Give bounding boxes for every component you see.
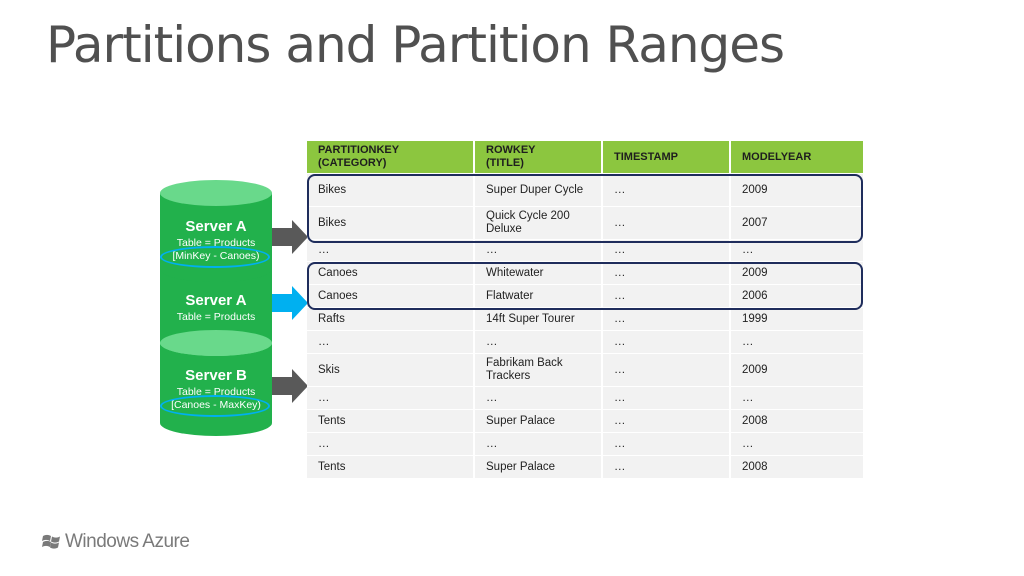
table-cell: … (731, 432, 863, 455)
table-cell: … (475, 330, 603, 353)
table-cell: Tents (307, 455, 475, 478)
table-row: ………… (307, 330, 863, 353)
table-cell: … (603, 353, 731, 386)
table-cell: … (475, 386, 603, 409)
server-a1-range-highlight (160, 246, 270, 268)
table-cell: Skis (307, 353, 475, 386)
table-cell: … (603, 432, 731, 455)
header-rowkey: ROWKEY (TITLE) (475, 141, 603, 173)
table-cell: Super Palace (475, 455, 603, 478)
table-cell: … (307, 330, 475, 353)
arrow-server-a2-icon (272, 286, 308, 320)
arrow-server-a1-icon (272, 220, 308, 254)
table-cell: 1999 (731, 307, 863, 330)
windows-azure-logo: Windows Azure (42, 531, 190, 553)
table-cell: 2009 (731, 353, 863, 386)
table-cell: 2008 (731, 409, 863, 432)
server-a1-name: Server A (185, 218, 247, 235)
server-b-name: Server B (185, 367, 247, 384)
arrow-server-b-icon (272, 369, 308, 403)
table-cell: … (603, 330, 731, 353)
range-highlight-bikes (307, 174, 863, 243)
header-partitionkey: PARTITIONKEY (CATEGORY) (307, 141, 475, 173)
table-cell: 2008 (731, 455, 863, 478)
table-row: Tents Super Palace… 2008 (307, 455, 863, 478)
header-modelyear: MODELYEAR (731, 141, 863, 173)
table-cell: … (603, 307, 731, 330)
server-a2-name: Server A (185, 292, 247, 309)
table-cell: … (731, 330, 863, 353)
header-label: TIMESTAMP (614, 150, 678, 163)
table-cell: … (603, 409, 731, 432)
table-row: Rafts 14ft Super Tourer… 1999 (307, 307, 863, 330)
table-cell: Rafts (307, 307, 475, 330)
slide-title: Partitions and Partition Ranges (46, 16, 785, 74)
header-label: ROWKEY (486, 144, 536, 156)
header-label: PARTITIONKEY (318, 144, 400, 156)
table-cell: … (731, 386, 863, 409)
server-a2-table: Table = Products (176, 311, 256, 323)
table-cell: 14ft Super Tourer (475, 307, 603, 330)
table-row: ………… (307, 386, 863, 409)
table-cell: … (307, 432, 475, 455)
table-cell: … (475, 432, 603, 455)
table-cell: Super Palace (475, 409, 603, 432)
logo-text: Windows Azure (65, 531, 190, 552)
header-timestamp: TIMESTAMP (603, 141, 731, 173)
table-cell: … (603, 455, 731, 478)
table-header-row: PARTITIONKEY (CATEGORY) ROWKEY (TITLE) TIM… (307, 141, 863, 173)
header-label: (CATEGORY) (318, 157, 387, 169)
header-label: (TITLE) (486, 157, 524, 169)
server-b-top-cap (160, 330, 272, 356)
table-cell: Fabrikam Back Trackers (475, 353, 603, 386)
windows-flag-icon (42, 534, 60, 549)
table-cell: Tents (307, 409, 475, 432)
table-row: Skis Fabrikam Back Trackers… 2009 (307, 353, 863, 386)
server-b-range-highlight (160, 395, 270, 417)
table-cell: … (307, 386, 475, 409)
table-row: Tents Super Palace… 2008 (307, 409, 863, 432)
header-label: MODELYEAR (742, 150, 812, 163)
table-cell: … (603, 386, 731, 409)
table-row: ………… (307, 432, 863, 455)
range-highlight-canoes (307, 262, 863, 310)
server-stack: Server A Table = Products [MinKey - Cano… (160, 180, 272, 436)
